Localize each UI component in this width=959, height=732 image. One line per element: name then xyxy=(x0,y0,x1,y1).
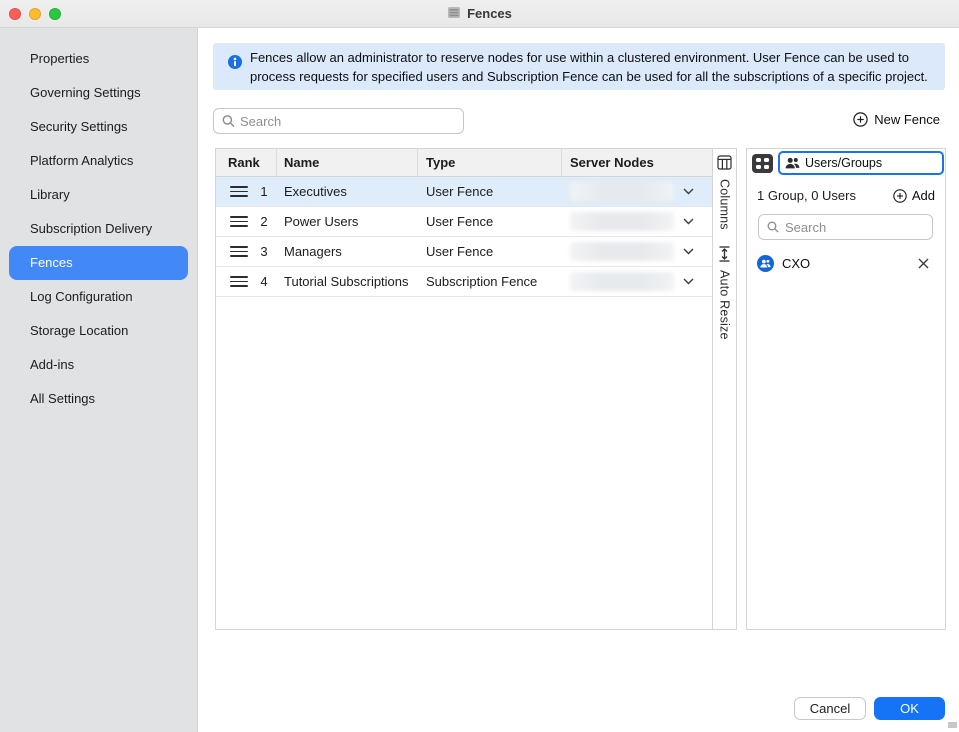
chevron-down-icon[interactable] xyxy=(683,278,694,285)
fence-name: Managers xyxy=(277,244,418,259)
fence-type: User Fence xyxy=(418,184,562,199)
members-summary: 1 Group, 0 Users xyxy=(757,188,856,203)
server-nodes-redacted-value xyxy=(570,242,674,261)
window-controls xyxy=(9,8,61,20)
plus-circle-icon xyxy=(853,112,868,127)
server-nodes-redacted-value xyxy=(570,182,674,201)
tab-users-groups[interactable]: Users/Groups xyxy=(778,151,944,175)
column-header-server-nodes[interactable]: Server Nodes xyxy=(562,149,712,176)
server-nodes-redacted-value xyxy=(570,272,674,291)
auto-resize-icon[interactable] xyxy=(718,246,731,265)
rank-value: 1 xyxy=(257,184,271,199)
fence-type: Subscription Fence xyxy=(418,274,562,289)
add-member-button[interactable]: Add xyxy=(893,188,935,203)
table-row[interactable]: 1 Executives User Fence xyxy=(216,177,712,207)
group-avatar xyxy=(757,255,774,272)
users-icon xyxy=(785,157,800,169)
sidebar-item-subscription-delivery[interactable]: Subscription Delivery xyxy=(9,212,188,246)
cancel-button[interactable]: Cancel xyxy=(794,697,866,720)
panel-summary-row: 1 Group, 0 Users Add xyxy=(747,177,945,203)
title-bar: Fences xyxy=(0,0,959,28)
info-banner: Fences allow an administrator to reserve… xyxy=(213,43,945,90)
column-header-name[interactable]: Name xyxy=(277,149,418,176)
fence-detail-panel: Users/Groups 1 Group, 0 Users Add CXO xyxy=(746,148,946,630)
fence-search-input[interactable] xyxy=(214,109,463,133)
member-name: CXO xyxy=(782,256,810,271)
sidebar-item-platform-analytics[interactable]: Platform Analytics xyxy=(9,144,188,178)
drag-handle-icon[interactable] xyxy=(230,186,248,197)
sidebar-item-properties[interactable]: Properties xyxy=(9,42,188,76)
column-header-rank[interactable]: Rank xyxy=(216,149,277,176)
sidebar-item-library[interactable]: Library xyxy=(9,178,188,212)
chevron-down-icon[interactable] xyxy=(683,218,694,225)
fences-stack-icon xyxy=(447,6,461,22)
rank-value: 4 xyxy=(257,274,271,289)
info-icon xyxy=(228,55,242,72)
search-icon xyxy=(767,221,779,233)
table-header-row: Rank Name Type Server Nodes xyxy=(216,149,712,177)
member-search-input[interactable] xyxy=(759,215,932,239)
drag-handle-icon[interactable] xyxy=(230,246,248,257)
window-title: Fences xyxy=(447,6,512,22)
tab-users-groups-label: Users/Groups xyxy=(805,156,882,170)
rank-value: 2 xyxy=(257,214,271,229)
member-list-item[interactable]: CXO xyxy=(747,240,945,272)
sidebar-item-add-ins[interactable]: Add-ins xyxy=(9,348,188,382)
fence-name: Power Users xyxy=(277,214,418,229)
sidebar-item-log-configuration[interactable]: Log Configuration xyxy=(9,280,188,314)
window-resize-grip[interactable] xyxy=(948,722,957,728)
chevron-down-icon[interactable] xyxy=(683,188,694,195)
fence-search xyxy=(213,108,464,134)
remove-member-icon[interactable] xyxy=(918,258,929,269)
ok-button[interactable]: OK xyxy=(874,697,945,720)
grid-view-icon[interactable] xyxy=(752,154,773,173)
table-side-controls: Columns Auto Resize xyxy=(712,149,736,629)
columns-control[interactable]: Columns xyxy=(718,179,732,230)
fence-name: Executives xyxy=(277,184,418,199)
plus-circle-icon xyxy=(893,189,907,203)
fence-type: User Fence xyxy=(418,214,562,229)
add-member-label: Add xyxy=(912,188,935,203)
new-fence-label: New Fence xyxy=(874,112,940,127)
close-window-button[interactable] xyxy=(9,8,21,20)
sidebar-item-fences[interactable]: Fences xyxy=(9,246,188,280)
search-icon xyxy=(222,115,235,128)
table-row[interactable]: 2 Power Users User Fence xyxy=(216,207,712,237)
panel-header: Users/Groups xyxy=(747,149,945,177)
auto-resize-control[interactable]: Auto Resize xyxy=(718,270,732,340)
fence-type: User Fence xyxy=(418,244,562,259)
fences-table: Rank Name Type Server Nodes 1 Executives… xyxy=(215,148,737,630)
table-row[interactable]: 4 Tutorial Subscriptions Subscription Fe… xyxy=(216,267,712,297)
server-nodes-redacted-value xyxy=(570,212,674,231)
zoom-window-button[interactable] xyxy=(49,8,61,20)
sidebar-item-governing-settings[interactable]: Governing Settings xyxy=(9,76,188,110)
sidebar-item-security-settings[interactable]: Security Settings xyxy=(9,110,188,144)
table-row[interactable]: 3 Managers User Fence xyxy=(216,237,712,267)
settings-sidebar: Properties Governing Settings Security S… xyxy=(0,28,198,732)
rank-value: 3 xyxy=(257,244,271,259)
sidebar-item-all-settings[interactable]: All Settings xyxy=(9,382,188,416)
minimize-window-button[interactable] xyxy=(29,8,41,20)
new-fence-button[interactable]: New Fence xyxy=(853,112,940,127)
info-banner-text: Fences allow an administrator to reserve… xyxy=(250,48,945,86)
column-header-type[interactable]: Type xyxy=(418,149,562,176)
columns-icon[interactable] xyxy=(717,155,732,173)
group-icon xyxy=(760,259,771,268)
sidebar-item-storage-location[interactable]: Storage Location xyxy=(9,314,188,348)
drag-handle-icon[interactable] xyxy=(230,276,248,287)
fences-table-main: Rank Name Type Server Nodes 1 Executives… xyxy=(216,149,712,629)
fence-name: Tutorial Subscriptions xyxy=(277,274,418,289)
member-search xyxy=(758,214,933,240)
drag-handle-icon[interactable] xyxy=(230,216,248,227)
window-title-text: Fences xyxy=(467,6,512,21)
chevron-down-icon[interactable] xyxy=(683,248,694,255)
